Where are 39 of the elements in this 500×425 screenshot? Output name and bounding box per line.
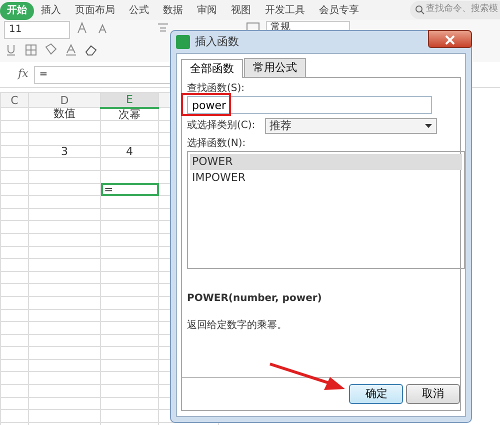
function-list-item[interactable]: POWER xyxy=(190,154,462,170)
function-search-field[interactable]: power xyxy=(187,96,432,114)
dialog-tab[interactable]: 常用公式 xyxy=(244,58,306,77)
ribbon-tab[interactable]: 审阅 xyxy=(190,2,224,20)
ribbon-tab[interactable]: 页面布局 xyxy=(68,2,122,20)
column-header[interactable]: C xyxy=(0,92,28,108)
function-signature: POWER(number, power) xyxy=(187,292,323,306)
close-icon xyxy=(445,34,455,45)
app-icon xyxy=(176,35,190,49)
ribbon-tab[interactable]: 插入 xyxy=(34,2,68,20)
font-size-field[interactable]: 11 xyxy=(4,21,70,39)
ribbon-tab[interactable]: 视图 xyxy=(224,2,258,20)
category-dropdown[interactable]: 推荐 xyxy=(264,118,436,134)
dialog-title: 插入函数 xyxy=(195,34,239,50)
active-cell[interactable]: = xyxy=(100,183,158,196)
borders-icon[interactable] xyxy=(24,43,38,57)
cancel-button[interactable]: 取消 xyxy=(406,384,460,404)
function-list-item[interactable]: IMPOWER xyxy=(190,170,462,186)
dropdown-arrow-icon xyxy=(424,124,432,128)
function-description: 返回给定数字的乘幂。 xyxy=(187,318,288,333)
underline-icon[interactable] xyxy=(4,43,18,57)
table-cell: 4 xyxy=(100,145,158,158)
ribbon-tab[interactable]: 会员专享 xyxy=(312,2,366,20)
function-list-label: 选择函数(N): xyxy=(187,136,247,151)
close-button[interactable] xyxy=(428,30,472,48)
table-cell: 次幂 xyxy=(100,108,158,120)
font-color-icon[interactable] xyxy=(64,43,78,57)
ribbon-tab[interactable]: 开发工具 xyxy=(258,2,312,20)
column-header[interactable]: D xyxy=(28,92,100,108)
ribbon-tab[interactable]: 公式 xyxy=(122,2,156,20)
table-cell: 数值 xyxy=(28,108,100,120)
search-icon xyxy=(415,5,425,15)
search-label: 查找函数(S): xyxy=(187,82,246,96)
ok-button[interactable]: 确定 xyxy=(349,384,404,404)
fx-label[interactable]: fx xyxy=(4,66,28,83)
table-cell: 3 xyxy=(28,145,100,158)
dialog-tab[interactable]: 全部函数 xyxy=(181,59,243,78)
category-label: 或选择类别(C): xyxy=(187,119,256,133)
ribbon-tab[interactable]: 数据 xyxy=(156,2,190,20)
